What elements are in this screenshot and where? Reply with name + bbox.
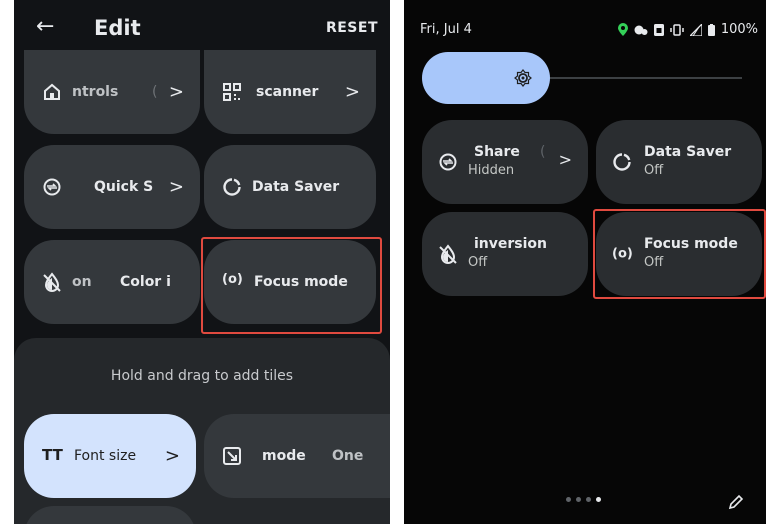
tile-one-handed-mode[interactable]: mode One [204, 414, 390, 498]
qs-tile-title: inversion [474, 236, 548, 252]
chevron-right-icon: > [168, 81, 184, 103]
notification-icon [634, 25, 648, 35]
drag-hint: Hold and drag to add tiles [110, 368, 294, 384]
edit-pencil-icon[interactable] [728, 494, 744, 510]
qr-code-icon [223, 83, 241, 101]
quick-share-icon [43, 178, 61, 196]
qs-tile-quick-share[interactable]: Share ( Hidden > [422, 120, 588, 204]
vibrate-icon [670, 23, 684, 36]
tile-home-controls[interactable]: ntrols ( > [24, 50, 200, 134]
chevron-right-icon: > [558, 150, 572, 169]
battery-level: 100% [720, 22, 758, 37]
color-inversion-icon [43, 272, 61, 292]
page-dot-active [596, 497, 601, 502]
sim-card-icon [653, 23, 664, 36]
reset-button[interactable]: RESET [326, 20, 378, 36]
qs-tile-extra: ( [540, 144, 546, 160]
battery-icon [707, 23, 715, 36]
brightness-slider[interactable] [422, 52, 550, 104]
highlight-box [593, 209, 766, 299]
status-bar: Fri, Jul 4 100% [420, 22, 766, 37]
data-saver-icon [613, 153, 631, 171]
qs-tile-data-saver[interactable]: Data Saver Off [596, 120, 762, 204]
tile-quick-share[interactable]: Quick S > [24, 145, 200, 229]
page-indicator [566, 497, 601, 502]
tile-label: Data Saver [252, 179, 340, 195]
tile-color-inversion[interactable]: on Color i [24, 240, 200, 324]
one-handed-mode-icon [223, 447, 241, 465]
qs-tile-subtitle: Off [644, 163, 664, 178]
chevron-right-icon: > [168, 176, 184, 198]
status-icons: 100% [617, 22, 758, 37]
data-saver-icon [223, 178, 241, 196]
tile-data-saver[interactable]: Data Saver [204, 145, 376, 229]
tile-font-size[interactable]: TT Font size > [24, 414, 196, 498]
quick-share-icon [439, 153, 457, 171]
edit-panel: ← Edit RESET ntrols ( > scanner > Quick … [14, 0, 390, 524]
location-icon [617, 23, 628, 36]
tile-label: ntrols [72, 84, 119, 100]
add-tiles-area: Hold and drag to add tiles TT Font size … [14, 338, 390, 524]
tile-label: mode [262, 448, 306, 464]
tile-partial[interactable] [24, 506, 196, 524]
qs-tile-title: Share [474, 144, 520, 160]
qs-tile-subtitle: Off [468, 255, 488, 270]
brightness-track[interactable] [534, 77, 742, 79]
tile-extra: One [332, 448, 364, 464]
home-icon [44, 83, 60, 100]
back-arrow-icon[interactable]: ← [36, 14, 54, 39]
brightness-icon [514, 69, 532, 87]
page-dot [586, 497, 591, 502]
tile-extra: ( [152, 84, 158, 100]
chevron-right-icon: > [344, 81, 360, 103]
qs-tile-subtitle: Hidden [468, 163, 515, 178]
quick-settings-panel: Fri, Jul 4 100% Share ( Hidden > Data Sa… [404, 0, 766, 524]
highlight-box [201, 237, 382, 334]
tile-label: Quick S [94, 179, 154, 195]
page-title: Edit [94, 16, 141, 40]
chevron-right-icon: > [164, 445, 180, 467]
status-date: Fri, Jul 4 [420, 22, 472, 37]
tile-label-a: on [72, 274, 92, 290]
font-size-icon: TT [42, 446, 63, 464]
tile-qr-scanner[interactable]: scanner > [204, 50, 376, 134]
page-dot [576, 497, 581, 502]
color-inversion-icon [439, 244, 457, 264]
page-dot [566, 497, 571, 502]
tile-label: scanner [256, 84, 319, 100]
qs-tile-color-inversion[interactable]: inversion Off [422, 212, 588, 296]
tile-label-b: Color i [120, 274, 171, 290]
tile-label: Font size [74, 448, 137, 464]
qs-tile-title: Data Saver [644, 144, 732, 160]
signal-icon [689, 23, 702, 36]
